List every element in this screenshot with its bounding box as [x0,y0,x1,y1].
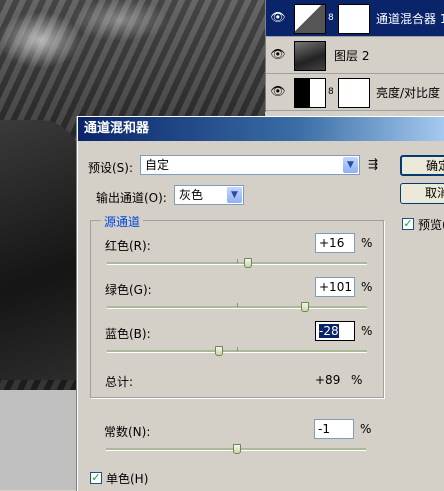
chevron-down-icon: ▼ [227,187,242,203]
constant-value: -1 [318,422,330,436]
chevron-down-icon: ▼ [343,157,358,173]
layer-row-layer-2[interactable]: 👁 图层 2 [266,37,444,74]
layer-name: 图层 2 [334,49,370,63]
total-label: 总计: [105,375,134,389]
layer-name: 亮度/对比度 1 [376,86,444,100]
preset-select[interactable]: 自定 ▼ [140,155,360,175]
image-thumbnail-icon [294,41,326,71]
percent-label: % [361,280,373,294]
green-value-field[interactable]: +101 [315,277,355,297]
blue-slider-handle[interactable] [215,346,223,356]
layer-row-channel-mixer[interactable]: 👁 8 通道混合器 1 [266,0,444,37]
constant-slider-handle[interactable] [233,444,241,454]
constant-value-field[interactable]: -1 [314,419,354,439]
channel-mixer-dialog: 通道混和器 预设(S): 自定 ▼ ⇶ 确定 取消 ✓ 预览(P) 输出通道(O… [77,116,444,491]
layers-panel: 👁 8 通道混合器 1 👁 图层 2 👁 8 亮度/对比度 1 [265,0,444,112]
dialog-title[interactable]: 通道混和器 [78,117,444,141]
preset-value: 自定 [145,158,170,172]
cancel-button[interactable]: 取消 [400,183,444,204]
green-value: +101 [319,280,352,294]
brightness-contrast-thumbnail-icon [294,78,326,108]
red-value: +16 [319,236,345,250]
adjustment-thumbnail-icon [294,4,326,34]
slider-center-tick [237,259,238,263]
preset-label: 预设(S): [88,161,134,175]
slider-center-tick [237,303,238,307]
ok-button[interactable]: 确定 [400,155,444,176]
green-slider-handle[interactable] [301,302,309,312]
source-channels-group: 源通道 红色(R): +16 % 绿色(G): +101 % 蓝色(B): -2… [90,213,384,398]
percent-label: % [361,324,373,338]
preset-options-menu-icon[interactable]: ⇶ [368,157,378,171]
layer-mask-thumbnail [338,4,370,34]
layer-mask-thumbnail [338,78,370,108]
layer-name: 通道混合器 1 [376,12,444,26]
monochrome-checkbox[interactable]: ✓ [90,472,102,484]
red-slider-handle[interactable] [244,258,252,268]
preview-label: 预览(P) [418,218,444,232]
preview-checkbox[interactable]: ✓ [402,218,414,230]
slider-center-tick [237,347,238,351]
percent-label: % [360,422,372,436]
link-icon: 8 [328,87,334,97]
canvas-background [0,390,80,490]
monochrome-label: 单色(H) [106,472,149,486]
blue-value-field[interactable]: -28 [315,321,355,341]
red-value-field[interactable]: +16 [315,233,355,253]
blue-value: -28 [319,324,339,338]
locomotive-image [0,120,80,380]
output-channel-label: 输出通道(O): [96,191,167,205]
constant-label: 常数(N): [104,425,151,439]
total-value: +89 [315,373,341,387]
output-channel-value: 灰色 [179,188,204,202]
eye-icon[interactable]: 👁 [270,10,286,24]
percent-label: % [351,373,363,387]
percent-label: % [361,236,373,250]
link-icon: 8 [328,13,334,23]
blue-label: 蓝色(B): [105,327,151,341]
source-channels-title: 源通道 [101,213,144,230]
layer-row-brightness-contrast[interactable]: 👁 8 亮度/对比度 1 [266,74,444,111]
green-label: 绿色(G): [105,283,152,297]
output-channel-select[interactable]: 灰色 ▼ [174,185,244,205]
eye-icon[interactable]: 👁 [270,84,286,98]
eye-icon[interactable]: 👁 [270,47,286,61]
red-label: 红色(R): [105,239,151,253]
